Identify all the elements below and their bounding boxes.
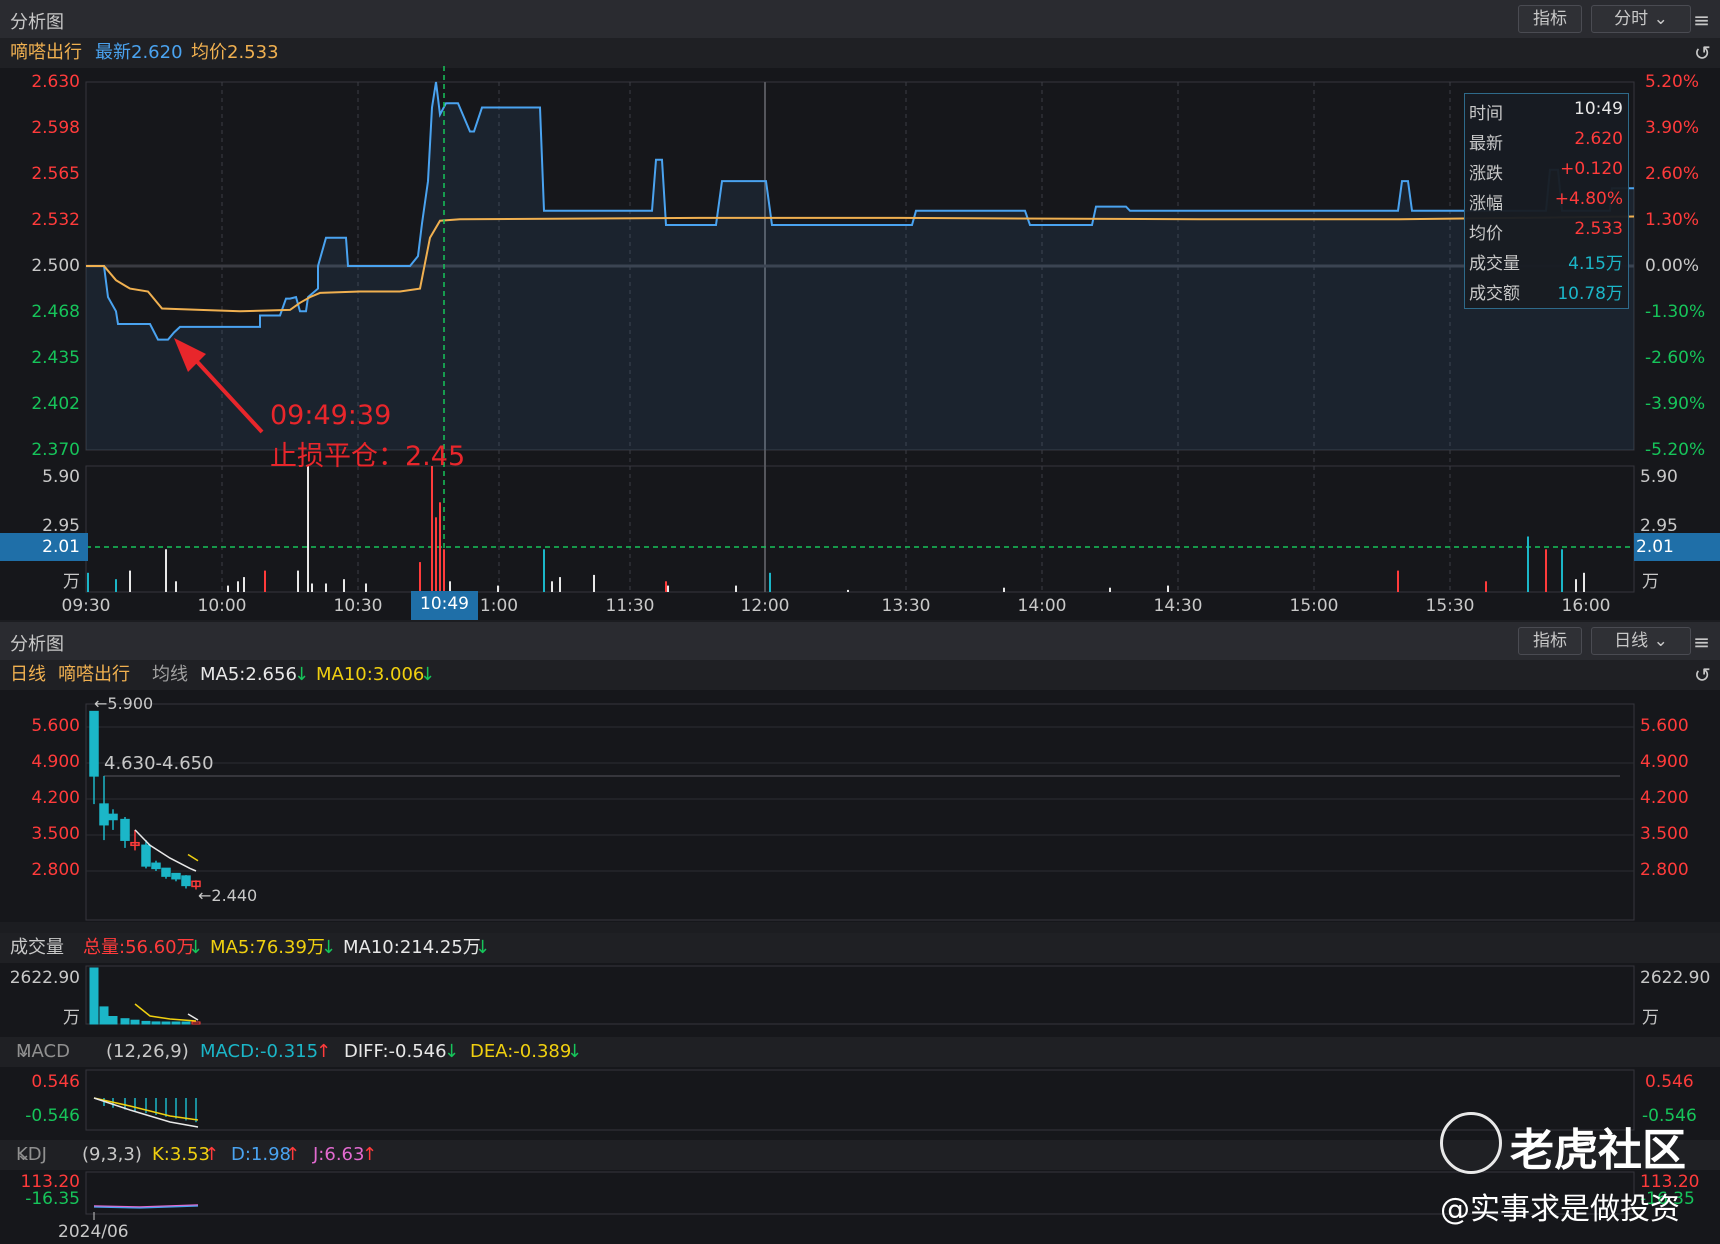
volume-subbar — [181, 1021, 191, 1025]
watermark-brand: 老虎社区 — [1510, 1125, 1686, 1176]
volume-subbar — [191, 1021, 201, 1025]
volume-subbar — [99, 1006, 109, 1025]
kdj-subplot-frame — [85, 1171, 1635, 1215]
volume-ma10-line — [187, 1013, 199, 1021]
volume-subbar — [171, 1021, 181, 1025]
volume-subbar — [120, 1018, 130, 1025]
volume-subbar — [151, 1021, 161, 1025]
watermark-author: @实事求是做投资 — [1440, 1192, 1680, 1227]
volume-subbar — [141, 1020, 151, 1025]
volume-subbar — [130, 1019, 140, 1025]
volume-subbar — [108, 1016, 118, 1025]
volume-subbar — [89, 967, 99, 1025]
tiger-logo-icon — [1440, 1112, 1502, 1174]
sub-indicator-charts — [85, 965, 1635, 1220]
volume-ma5-line — [134, 1003, 197, 1022]
volume-subbar — [161, 1021, 171, 1025]
macd-subplot-frame — [85, 1069, 1635, 1131]
volume-subplot-frame — [85, 965, 1635, 1025]
